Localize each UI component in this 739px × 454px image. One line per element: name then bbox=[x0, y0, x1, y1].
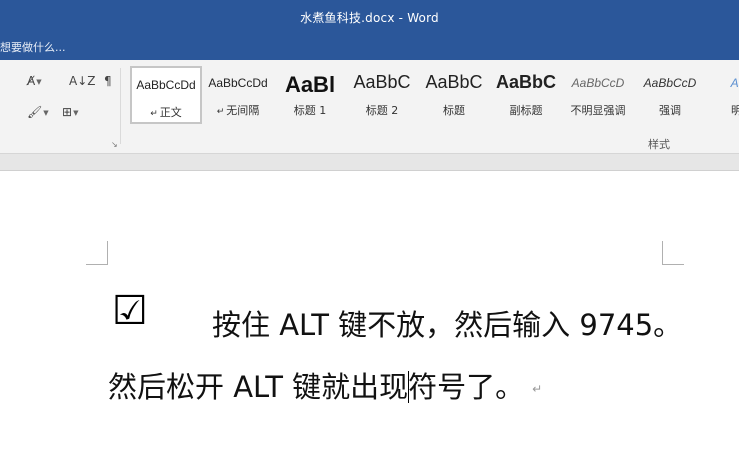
style-name: 明显 bbox=[706, 102, 739, 118]
style-sample: AaBbCcDd bbox=[208, 76, 268, 90]
style-name: ↵ 无间隔 bbox=[202, 102, 274, 118]
style-tile[interactable]: AaBbCcDd ↵ 正文 bbox=[130, 66, 202, 124]
paragraph-mark-icon: ↵ bbox=[216, 107, 225, 117]
style-name: 标题 1 bbox=[274, 102, 346, 118]
style-name: ↵ 正文 bbox=[132, 104, 200, 120]
paragraph-mark-icon: ↵ bbox=[150, 109, 158, 119]
document-line-1[interactable]: 按住 ALT 键不放，然后输入 9745。 bbox=[212, 302, 682, 344]
margin-corner-right bbox=[662, 241, 684, 265]
style-name-label: 标题 2 bbox=[365, 104, 399, 117]
style-name: 强调 bbox=[634, 102, 706, 118]
style-sample: AaBbCcD bbox=[571, 76, 625, 90]
style-tile[interactable]: AaBbC 标题 bbox=[418, 66, 490, 124]
style-sample: AaBl bbox=[284, 72, 336, 97]
shading-button[interactable]: 🖌▼ bbox=[27, 105, 49, 120]
style-name-label: 无间隔 bbox=[226, 104, 260, 117]
ribbon-divider bbox=[120, 68, 121, 144]
margin-corner-left bbox=[86, 241, 108, 265]
paragraph-dialog-launcher-icon[interactable]: ↘ bbox=[111, 140, 118, 149]
style-name-label: 标题 1 bbox=[293, 104, 327, 117]
sort-icon: A↓Z bbox=[69, 74, 96, 88]
chevron-down-icon: ▼ bbox=[36, 77, 42, 86]
style-name-label: 明显 bbox=[731, 104, 739, 117]
tell-me-input[interactable]: 想要做什么... bbox=[0, 39, 66, 55]
document-line-2[interactable]: 然后松开 ALT 键就出现符号了。 ↵ bbox=[108, 364, 542, 406]
style-tile[interactable]: AaBbC 标题 2 bbox=[346, 66, 418, 124]
style-tile[interactable]: AaBbC 副标题 bbox=[490, 66, 562, 124]
style-name-label: 不明显强调 bbox=[570, 104, 626, 117]
checkbox-symbol: ☑ bbox=[112, 288, 148, 334]
pilcrow-icon: ¶ bbox=[104, 74, 112, 88]
style-sample: AaB bbox=[730, 76, 739, 90]
style-name-label: 强调 bbox=[659, 104, 681, 117]
text-before-cursor: 然后松开 ALT 键就出现 bbox=[108, 370, 409, 404]
style-sample: AaBbC bbox=[353, 72, 411, 92]
style-name: 标题 bbox=[418, 102, 490, 118]
show-marks-button[interactable]: ¶ bbox=[104, 74, 112, 88]
sort-button[interactable]: A↓Z bbox=[69, 74, 95, 88]
style-tile[interactable]: AaBl 标题 1 bbox=[274, 66, 346, 124]
paragraph-mark-icon: ↵ bbox=[532, 382, 543, 396]
style-sample: AaBbC bbox=[425, 72, 483, 92]
tell-me-bar[interactable]: 想要做什么... bbox=[0, 36, 739, 60]
style-name-label: 正文 bbox=[159, 106, 182, 119]
clear-formatting-icon: A̸ bbox=[27, 74, 36, 88]
style-tile[interactable]: AaB 明显 bbox=[706, 66, 739, 124]
style-name: 副标题 bbox=[490, 102, 562, 118]
style-name-label: 标题 bbox=[443, 104, 465, 117]
style-tile[interactable]: AaBbCcD 强调 bbox=[634, 66, 706, 124]
style-sample: AaBbCcD bbox=[643, 76, 697, 90]
chevron-down-icon: ▼ bbox=[73, 108, 79, 117]
border-grid-icon: ⊞ bbox=[62, 105, 73, 119]
paint-bucket-icon: 🖌 bbox=[27, 105, 43, 119]
clear-formatting-button[interactable]: A̸▼ bbox=[27, 74, 42, 89]
borders-button[interactable]: ⊞▼ bbox=[62, 105, 78, 120]
styles-group-label: 样式 bbox=[648, 138, 670, 151]
text-after-cursor: 符号了。 bbox=[408, 370, 525, 404]
style-tile[interactable]: AaBbCcDd ↵ 无间隔 bbox=[202, 66, 274, 124]
style-sample: AaBbCcDd bbox=[136, 78, 196, 92]
style-tile[interactable]: AaBbCcD 不明显强调 bbox=[562, 66, 634, 124]
style-sample: AaBbC bbox=[495, 72, 556, 92]
ruler-gap bbox=[0, 154, 739, 171]
style-name: 标题 2 bbox=[346, 102, 418, 118]
style-name-label: 副标题 bbox=[509, 104, 543, 117]
title-bar: 水煮鱼科技.docx - Word bbox=[0, 0, 739, 36]
window-title: 水煮鱼科技.docx - Word bbox=[300, 11, 439, 25]
style-name: 不明显强调 bbox=[562, 102, 634, 118]
chevron-down-icon: ▼ bbox=[43, 108, 49, 117]
